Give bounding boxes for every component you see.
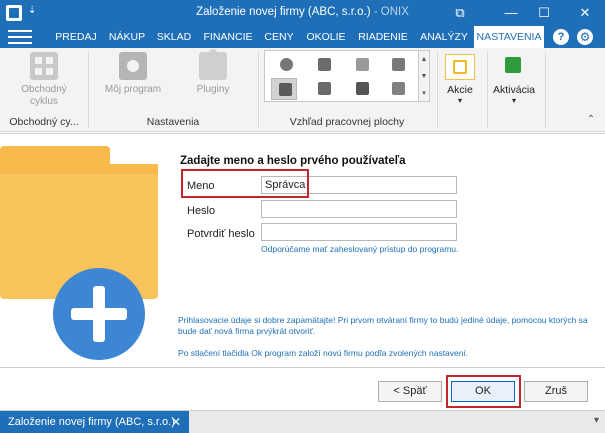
plugins-label: Pluginy (196, 84, 230, 95)
ribbon: Obchodný cyklus Obchodný cy... Môj progr… (0, 48, 605, 132)
ribbon-separator (487, 52, 488, 128)
password-field[interactable] (261, 200, 457, 218)
gear-icon (119, 52, 147, 80)
ribbon-separator (258, 52, 259, 128)
theme-option[interactable] (385, 78, 411, 100)
form-heading: Zadajte meno a heslo prvého používateľa (180, 155, 406, 167)
gallery-more-icon[interactable]: ▾ (419, 85, 429, 102)
confirm-password-label: Potvrdiť heslo (187, 228, 255, 240)
ribbon-group-cycle: Obchodný cy... (9, 116, 79, 128)
puzzle-icon (199, 49, 227, 80)
my-program-button[interactable]: Môj program (98, 52, 168, 96)
gallery-scroll-down-icon[interactable]: ▼ (419, 68, 429, 85)
menu-predaj[interactable]: PREDAJ (54, 26, 98, 48)
actions-button[interactable] (445, 54, 475, 80)
close-tab-icon[interactable]: ✕ (171, 411, 181, 433)
restore-icon[interactable]: ⧉ (444, 0, 476, 26)
credentials-note-line1: Prihlasovacie údaje si dobre zapamätajte… (178, 315, 588, 325)
name-highlight-box (181, 169, 309, 198)
theme-option[interactable] (273, 54, 299, 76)
dialog-content: Zadajte meno a heslo prvého používateľa … (0, 133, 605, 410)
window-app-name: ONIX (380, 6, 409, 18)
theme-option[interactable] (385, 54, 411, 76)
actions-label: Akcie (447, 84, 473, 96)
credentials-note: Prihlasovacie údaje si dobre zapamätajte… (178, 315, 598, 337)
actions-icon (453, 60, 467, 74)
back-button[interactable]: < Späť (378, 381, 442, 402)
settings-gear-icon[interactable]: ⚙ (577, 29, 593, 45)
new-company-folder-illustration (0, 146, 158, 360)
menu-analyzy[interactable]: ANALÝZY (418, 26, 470, 48)
help-icon[interactable]: ? (553, 29, 569, 45)
document-tab-label: Založenie novej firmy (ABC, s.r.o.) (8, 416, 175, 428)
ribbon-separator (545, 52, 546, 128)
ok-note: Po stlačení tlačidla Ok program založí n… (178, 348, 469, 358)
my-program-label: Môj program (104, 84, 162, 95)
theme-option[interactable] (311, 78, 337, 100)
ribbon-separator (437, 52, 438, 128)
window-title-text: Založenie novej firmy (ABC, s.r.o.) (196, 6, 371, 18)
ribbon-group-settings: Nastavenia (146, 116, 200, 128)
menu-nastavenia[interactable]: NASTAVENIA (474, 26, 544, 48)
menu-sklad[interactable]: SKLAD (154, 26, 194, 48)
menu-nakup[interactable]: NÁKUP (106, 26, 148, 48)
menu-riadenie[interactable]: RIADENIE (354, 26, 412, 48)
ok-highlight-box (446, 375, 521, 408)
gallery-scroll[interactable]: ▲ ▼ ▾ (418, 50, 430, 102)
actions-dropdown-icon[interactable]: ▾ (440, 96, 480, 105)
menu-ceny[interactable]: CENY (262, 26, 296, 48)
business-cycle-button[interactable]: Obchodný cyklus (12, 52, 76, 108)
menu-okolie[interactable]: OKOLIE (304, 26, 348, 48)
password-label: Heslo (187, 205, 216, 217)
window-title-separator: - (370, 6, 381, 18)
business-cycle-label-line1: Obchodný (21, 84, 67, 95)
document-tab-bar: Založenie novej firmy (ABC, s.r.o.) ✕ ▾ (0, 410, 605, 433)
plugins-button[interactable]: Pluginy (180, 49, 246, 96)
confirm-password-field[interactable] (261, 223, 457, 241)
theme-option[interactable] (311, 54, 337, 76)
activation-dropdown-icon[interactable]: ▾ (490, 96, 538, 105)
collapse-ribbon-icon[interactable]: ⌃ (584, 114, 598, 125)
minimize-button[interactable]: — (495, 0, 527, 26)
document-tab[interactable]: Založenie novej firmy (ABC, s.r.o.) ✕ (0, 411, 189, 433)
activation-label: Aktivácia (492, 84, 535, 96)
title-bar: ⇣ Založenie novej firmy (ABC, s.r.o.) - … (0, 0, 605, 26)
ribbon-group-desktop: Vzhľad pracovnej plochy (289, 116, 405, 128)
ribbon-separator (88, 52, 89, 128)
close-button[interactable]: ✕ (569, 0, 601, 26)
tab-list-chevron-icon[interactable]: ▾ (594, 415, 599, 426)
activation-button[interactable] (498, 54, 528, 80)
workflow-icon (30, 52, 58, 80)
menu-financie[interactable]: FINANCIE (200, 26, 256, 48)
footer-separator (0, 367, 605, 368)
hamburger-menu-icon[interactable] (8, 30, 32, 44)
password-hint: Odporúčame mať zaheslovaný prístup do pr… (261, 244, 459, 254)
desktop-theme-gallery[interactable] (264, 50, 419, 102)
maximize-button[interactable]: ☐ (528, 0, 560, 26)
credentials-note-line2: bude dať nová firma prvýkrát otvoriť. (178, 326, 316, 336)
cancel-button[interactable]: Zruš (524, 381, 588, 402)
menu-bar: PREDAJ NÁKUP SKLAD FINANCIE CENY OKOLIE … (0, 26, 605, 48)
key-icon (505, 57, 521, 73)
theme-option[interactable] (349, 78, 375, 100)
business-cycle-label-line2: cyklus (30, 96, 58, 107)
gallery-scroll-up-icon[interactable]: ▲ (419, 51, 429, 68)
theme-option-selected[interactable] (271, 78, 297, 100)
theme-option[interactable] (349, 54, 375, 76)
